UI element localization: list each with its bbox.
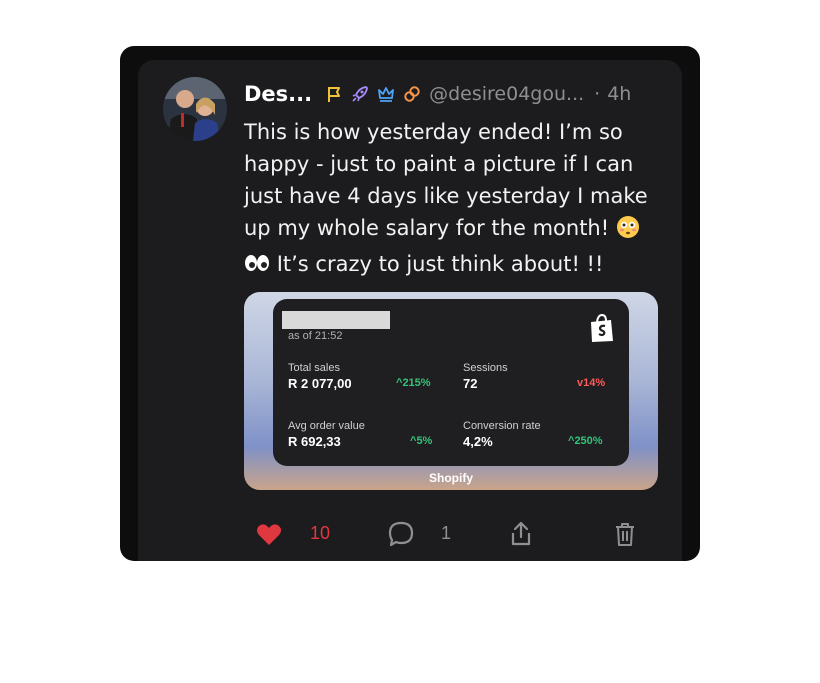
post-text-line-segment: up my whole salary for the month! (244, 216, 610, 240)
metric-label: Sessions (463, 362, 508, 374)
post-text-line-segment: It’s crazy to just think about! !! (276, 252, 604, 276)
metric-change-value: 215% (402, 377, 431, 389)
trash-icon[interactable] (611, 520, 639, 548)
metric-change-value: 250% (574, 435, 603, 447)
post-text-line: happy - just to paint a picture if I can (244, 152, 634, 176)
post-header: Des... @desire04gou... · 4h (244, 79, 674, 109)
badge-row (324, 84, 422, 104)
share-icon[interactable] (507, 520, 535, 548)
action-bar: 10 1 (255, 520, 645, 550)
avatar[interactable] (163, 77, 227, 141)
metric-change: ^215% (396, 377, 431, 389)
metric-value: R 2 077,00 (288, 376, 352, 391)
flushed-face-emoji (616, 215, 640, 248)
post-text-line: just have 4 days like yesterday I make (244, 184, 648, 208)
author-handle[interactable]: @desire04gou... (429, 83, 584, 105)
metric-label: Conversion rate (463, 420, 541, 432)
metric-label: Total sales (288, 362, 340, 374)
metric-value: 4,2% (463, 434, 493, 449)
shopify-bag-icon (589, 313, 615, 343)
rocket-icon (350, 84, 370, 104)
post-text-line: It’s crazy to just think about! !! (244, 248, 664, 284)
post-text-line: up my whole salary for the month! (244, 212, 664, 248)
crown-icon (376, 84, 396, 104)
reply-icon[interactable] (387, 520, 415, 548)
shopify-app-label: Shopify (429, 471, 473, 485)
flag-icon (324, 84, 344, 104)
reply-count[interactable]: 1 (441, 523, 451, 544)
redacted-store-name (282, 311, 390, 329)
link-icon (402, 84, 422, 104)
metric-change: ^5% (410, 435, 432, 447)
separator-dot: · (594, 83, 601, 105)
as-of-time: as of 21:52 (288, 330, 343, 342)
metric-change-value: 14% (583, 377, 606, 389)
metric-change: v14% (577, 377, 605, 389)
metric-change: ^250% (568, 435, 603, 447)
metric-value: 72 (463, 376, 478, 391)
heart-icon[interactable] (255, 520, 283, 548)
like-count[interactable]: 10 (310, 523, 330, 544)
post-text-line: This is how yesterday ended! I’m so (244, 120, 623, 144)
metric-value: R 692,33 (288, 434, 341, 449)
author-name[interactable]: Des... (244, 82, 312, 106)
metric-change-value: 5% (416, 435, 433, 447)
metric-label: Avg order value (288, 420, 365, 432)
post-text: This is how yesterday ended! I’m so happ… (244, 116, 664, 284)
eyes-emoji (244, 251, 270, 284)
post-time[interactable]: 4h (607, 83, 631, 105)
